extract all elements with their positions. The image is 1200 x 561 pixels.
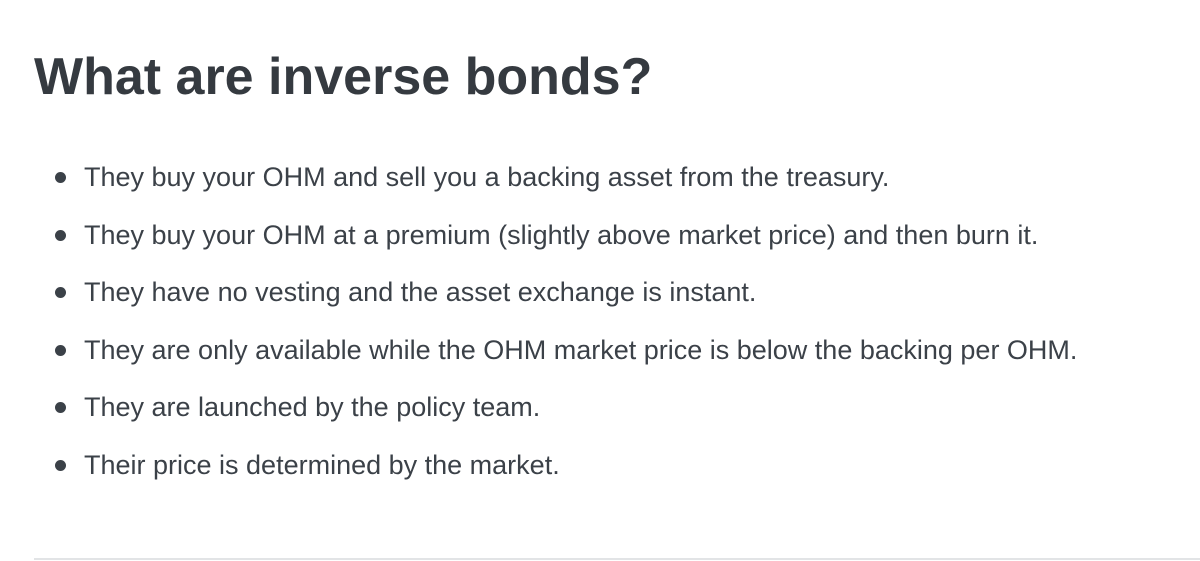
- bullet-list: They buy your OHM and sell you a backing…: [34, 155, 1174, 500]
- bullet-dot-icon: [55, 459, 66, 471]
- list-item: They buy your OHM at a premium (slightly…: [34, 213, 1174, 271]
- list-item: They buy your OHM and sell you a backing…: [34, 155, 1174, 213]
- section-divider: [34, 558, 1200, 560]
- list-item-text: They buy your OHM and sell you a backing…: [84, 162, 890, 192]
- list-item: They have no vesting and the asset excha…: [34, 270, 1174, 328]
- list-item-text: They are launched by the policy team.: [84, 392, 541, 422]
- list-item: They are only available while the OHM ma…: [34, 328, 1174, 386]
- page-title: What are inverse bonds?: [34, 48, 653, 106]
- bullet-dot-icon: [55, 229, 66, 241]
- bullet-dot-icon: [55, 287, 66, 298]
- list-item-text: Their price is determined by the market.: [84, 449, 560, 480]
- list-item-text: They are only available while the OHM ma…: [84, 334, 1078, 365]
- list-item: Their price is determined by the market.: [34, 443, 1174, 501]
- list-item-text: They have no vesting and the asset excha…: [84, 277, 757, 307]
- bullet-dot-icon: [55, 344, 66, 356]
- bullet-dot-icon: [55, 172, 66, 183]
- list-item-text: They buy your OHM at a premium (slightly…: [84, 219, 1039, 250]
- list-item: They are launched by the policy team.: [34, 385, 1174, 443]
- bullet-dot-icon: [55, 402, 66, 413]
